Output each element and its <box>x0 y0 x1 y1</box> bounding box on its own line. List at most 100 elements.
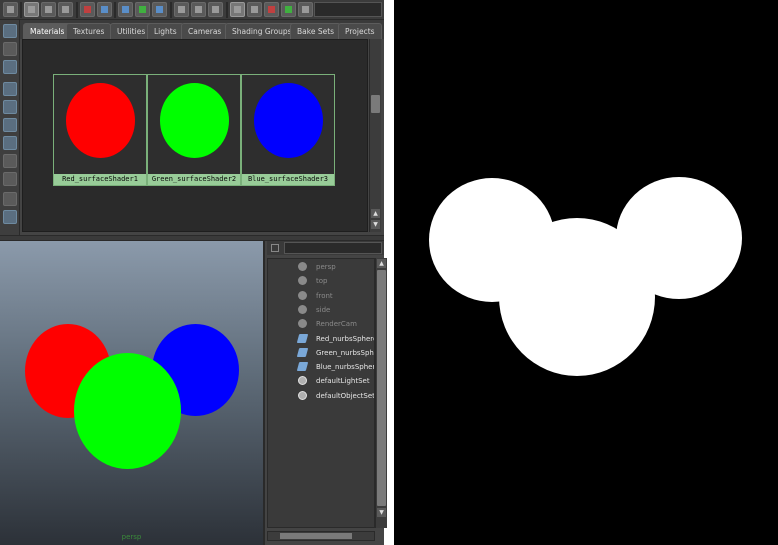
scrollbar-thumb[interactable] <box>280 533 352 539</box>
layout-bottom-icon[interactable] <box>41 2 56 17</box>
graph-upstream-icon[interactable] <box>152 2 167 17</box>
outliner-filter-input[interactable] <box>284 242 382 254</box>
medium-icons-icon[interactable] <box>3 172 17 186</box>
matte-center-circle <box>499 218 655 376</box>
tab-utilities[interactable]: Utilities <box>110 23 153 39</box>
material-swatch-preview <box>254 83 323 158</box>
tab-lights[interactable]: Lights <box>147 23 184 39</box>
outliner-item[interactable]: front <box>268 289 374 303</box>
outliner-panel: persp top front side RenderCam Red_nurbsSpher… <box>267 241 387 545</box>
perspective-viewport[interactable]: persp <box>0 241 265 545</box>
matte-render-view <box>394 0 778 545</box>
outliner-item-label: Red_nurbsSphere1 <box>316 334 374 343</box>
rearrange-icon[interactable] <box>247 2 262 17</box>
toolbar-separator <box>114 2 116 18</box>
nurbs-shape-icon <box>296 333 309 343</box>
tab-shading-groups[interactable]: Shading Groups <box>225 23 299 39</box>
outliner-item-label: top <box>316 277 328 286</box>
list-view-icon[interactable] <box>3 42 17 56</box>
hypershade-side-toolbar <box>0 20 20 235</box>
render-node-icon[interactable] <box>264 2 279 17</box>
outliner-item-label: defaultObjectSet <box>316 391 375 400</box>
graph-nodes-icon[interactable] <box>80 2 95 17</box>
camera-icon <box>298 290 307 300</box>
clear-graph-icon[interactable] <box>230 2 245 17</box>
scroll-down-icon[interactable]: ▼ <box>371 220 380 229</box>
input-connections-icon[interactable] <box>174 2 189 17</box>
large-icons-icon[interactable] <box>3 192 17 206</box>
outliner-item-label: RenderCam <box>316 320 357 329</box>
layout-top-icon[interactable] <box>24 2 39 17</box>
menu-icon[interactable] <box>3 2 18 17</box>
outliner-item-label: side <box>316 305 331 314</box>
material-swatch[interactable]: Red_surfaceShader1 <box>53 74 147 186</box>
swatch-toggle-icon[interactable] <box>281 2 296 17</box>
toolbar-search-input[interactable] <box>314 2 382 17</box>
tab-bake-sets[interactable]: Bake Sets <box>290 23 342 39</box>
scroll-up-icon[interactable]: ▲ <box>377 259 386 268</box>
outliner-horizontal-scrollbar[interactable] <box>267 531 375 541</box>
nurbs-shape-icon <box>296 347 309 357</box>
grid-icon[interactable] <box>298 2 313 17</box>
outliner-item[interactable]: side <box>268 303 374 317</box>
network-icon[interactable] <box>135 2 150 17</box>
filter-icon[interactable] <box>271 244 279 252</box>
scroll-up-icon[interactable]: ▲ <box>371 209 380 218</box>
viewport-camera-label: persp <box>121 533 142 541</box>
material-swatch[interactable]: Green_surfaceShader2 <box>147 74 241 186</box>
outliner-item-label: Blue_nurbsSphere3 <box>316 363 375 372</box>
material-swatch-preview <box>66 83 135 158</box>
layout-split-icon[interactable] <box>58 2 73 17</box>
material-swatch-panel: Red_surfaceShader1 Green_surfaceShader2 … <box>22 39 368 232</box>
hypershade-tab-bar: Materials Textures Utilities Lights Came… <box>20 20 384 39</box>
toolbar-separator <box>170 2 172 18</box>
input-output-icon[interactable] <box>191 2 206 17</box>
outliner-item[interactable]: RenderCam <box>268 317 374 331</box>
sort-by-name-icon[interactable] <box>3 82 17 96</box>
swatch-panel-scrollbar[interactable]: ▲ ▼ <box>369 39 381 232</box>
maya-window: Materials Textures Utilities Lights Came… <box>0 0 387 545</box>
outliner-list: persp top front side RenderCam Red_nurbsSpher… <box>267 258 375 528</box>
matte-render-canvas <box>394 0 778 545</box>
outliner-item[interactable]: defaultObjectSet <box>268 389 375 403</box>
small-icons-icon[interactable] <box>3 154 17 168</box>
set-icon <box>298 376 307 386</box>
tab-textures[interactable]: Textures <box>66 23 112 39</box>
outliner-item[interactable]: Red_nurbsSphere1 <box>268 332 374 346</box>
tab-projects[interactable]: Projects <box>338 23 382 39</box>
outliner-item-label: defaultLightSet <box>316 377 370 386</box>
tab-cameras[interactable]: Cameras <box>181 23 229 39</box>
outliner-item[interactable]: defaultLightSet <box>268 374 374 388</box>
nurbs-shape-icon <box>296 362 309 372</box>
toolbar-separator <box>226 2 228 18</box>
outliner-scrollbar[interactable]: ▲ ▼ <box>375 258 387 528</box>
refresh-swatch-icon[interactable] <box>3 60 17 74</box>
scrollbar-thumb[interactable] <box>377 270 386 506</box>
hypershade-toolbar <box>0 0 384 20</box>
material-swatch[interactable]: Blue_surfaceShader3 <box>241 74 335 186</box>
outliner-item-label: front <box>316 291 333 300</box>
create-node-icon[interactable] <box>3 24 17 38</box>
scroll-down-icon[interactable]: ▼ <box>377 508 386 517</box>
green-sphere[interactable] <box>74 353 181 469</box>
set-icon <box>298 390 307 400</box>
camera-icon <box>298 304 307 314</box>
sort-by-time-icon[interactable] <box>3 118 17 132</box>
as-list-icon[interactable] <box>3 210 17 224</box>
outliner-item-label: Green_nurbsSphere2 <box>316 348 374 357</box>
scrollbar-thumb[interactable] <box>371 95 380 113</box>
outliner-item[interactable]: Green_nurbsSphere2 <box>268 346 374 360</box>
sort-by-type-icon[interactable] <box>3 100 17 114</box>
outliner-filter-bar <box>267 241 384 255</box>
tab-materials[interactable]: Materials <box>23 23 72 39</box>
eraser-icon[interactable] <box>118 2 133 17</box>
sort-reverse-icon[interactable] <box>3 136 17 150</box>
outliner-item[interactable]: persp <box>268 260 374 274</box>
output-connections-icon[interactable] <box>208 2 223 17</box>
camera-icon <box>298 276 307 286</box>
material-swatch-preview <box>160 83 229 158</box>
graph-connections-icon[interactable] <box>97 2 112 17</box>
camera-icon <box>298 319 307 329</box>
outliner-item[interactable]: Blue_nurbsSphere3 <box>268 360 375 374</box>
outliner-item[interactable]: top <box>268 274 374 288</box>
